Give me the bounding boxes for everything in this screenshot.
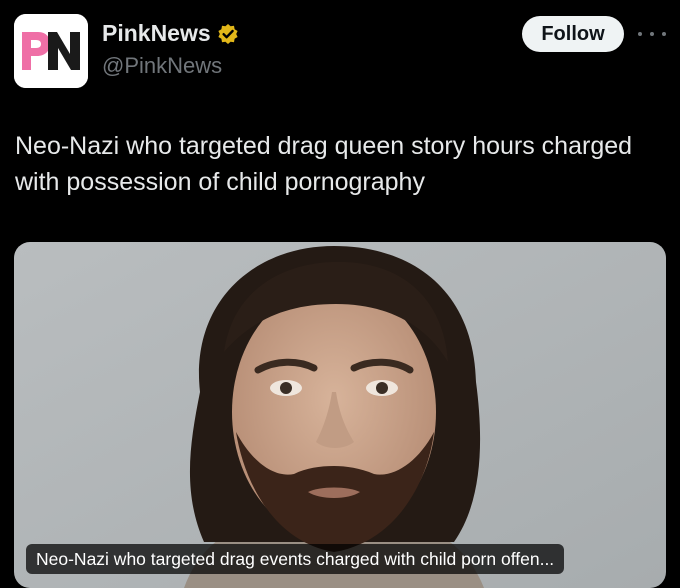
more-options-icon[interactable]: [638, 24, 666, 44]
media-caption: Neo-Nazi who targeted drag events charge…: [26, 544, 565, 574]
display-name-text: PinkNews: [102, 20, 211, 46]
account-handle[interactable]: @PinkNews: [102, 53, 222, 79]
mugshot-image: [14, 242, 666, 588]
avatar[interactable]: [14, 14, 88, 88]
link-preview-card[interactable]: Neo-Nazi who targeted drag events charge…: [14, 242, 666, 588]
more-dot: [638, 32, 642, 36]
verified-badge-icon: [217, 23, 239, 45]
account-display-name[interactable]: PinkNews: [102, 20, 239, 47]
tweet-text: Neo-Nazi who targeted drag queen story h…: [15, 132, 633, 196]
pinknews-logo: [14, 14, 88, 88]
follow-button[interactable]: Follow: [522, 16, 624, 52]
more-dot: [662, 32, 666, 36]
more-dot: [650, 32, 654, 36]
